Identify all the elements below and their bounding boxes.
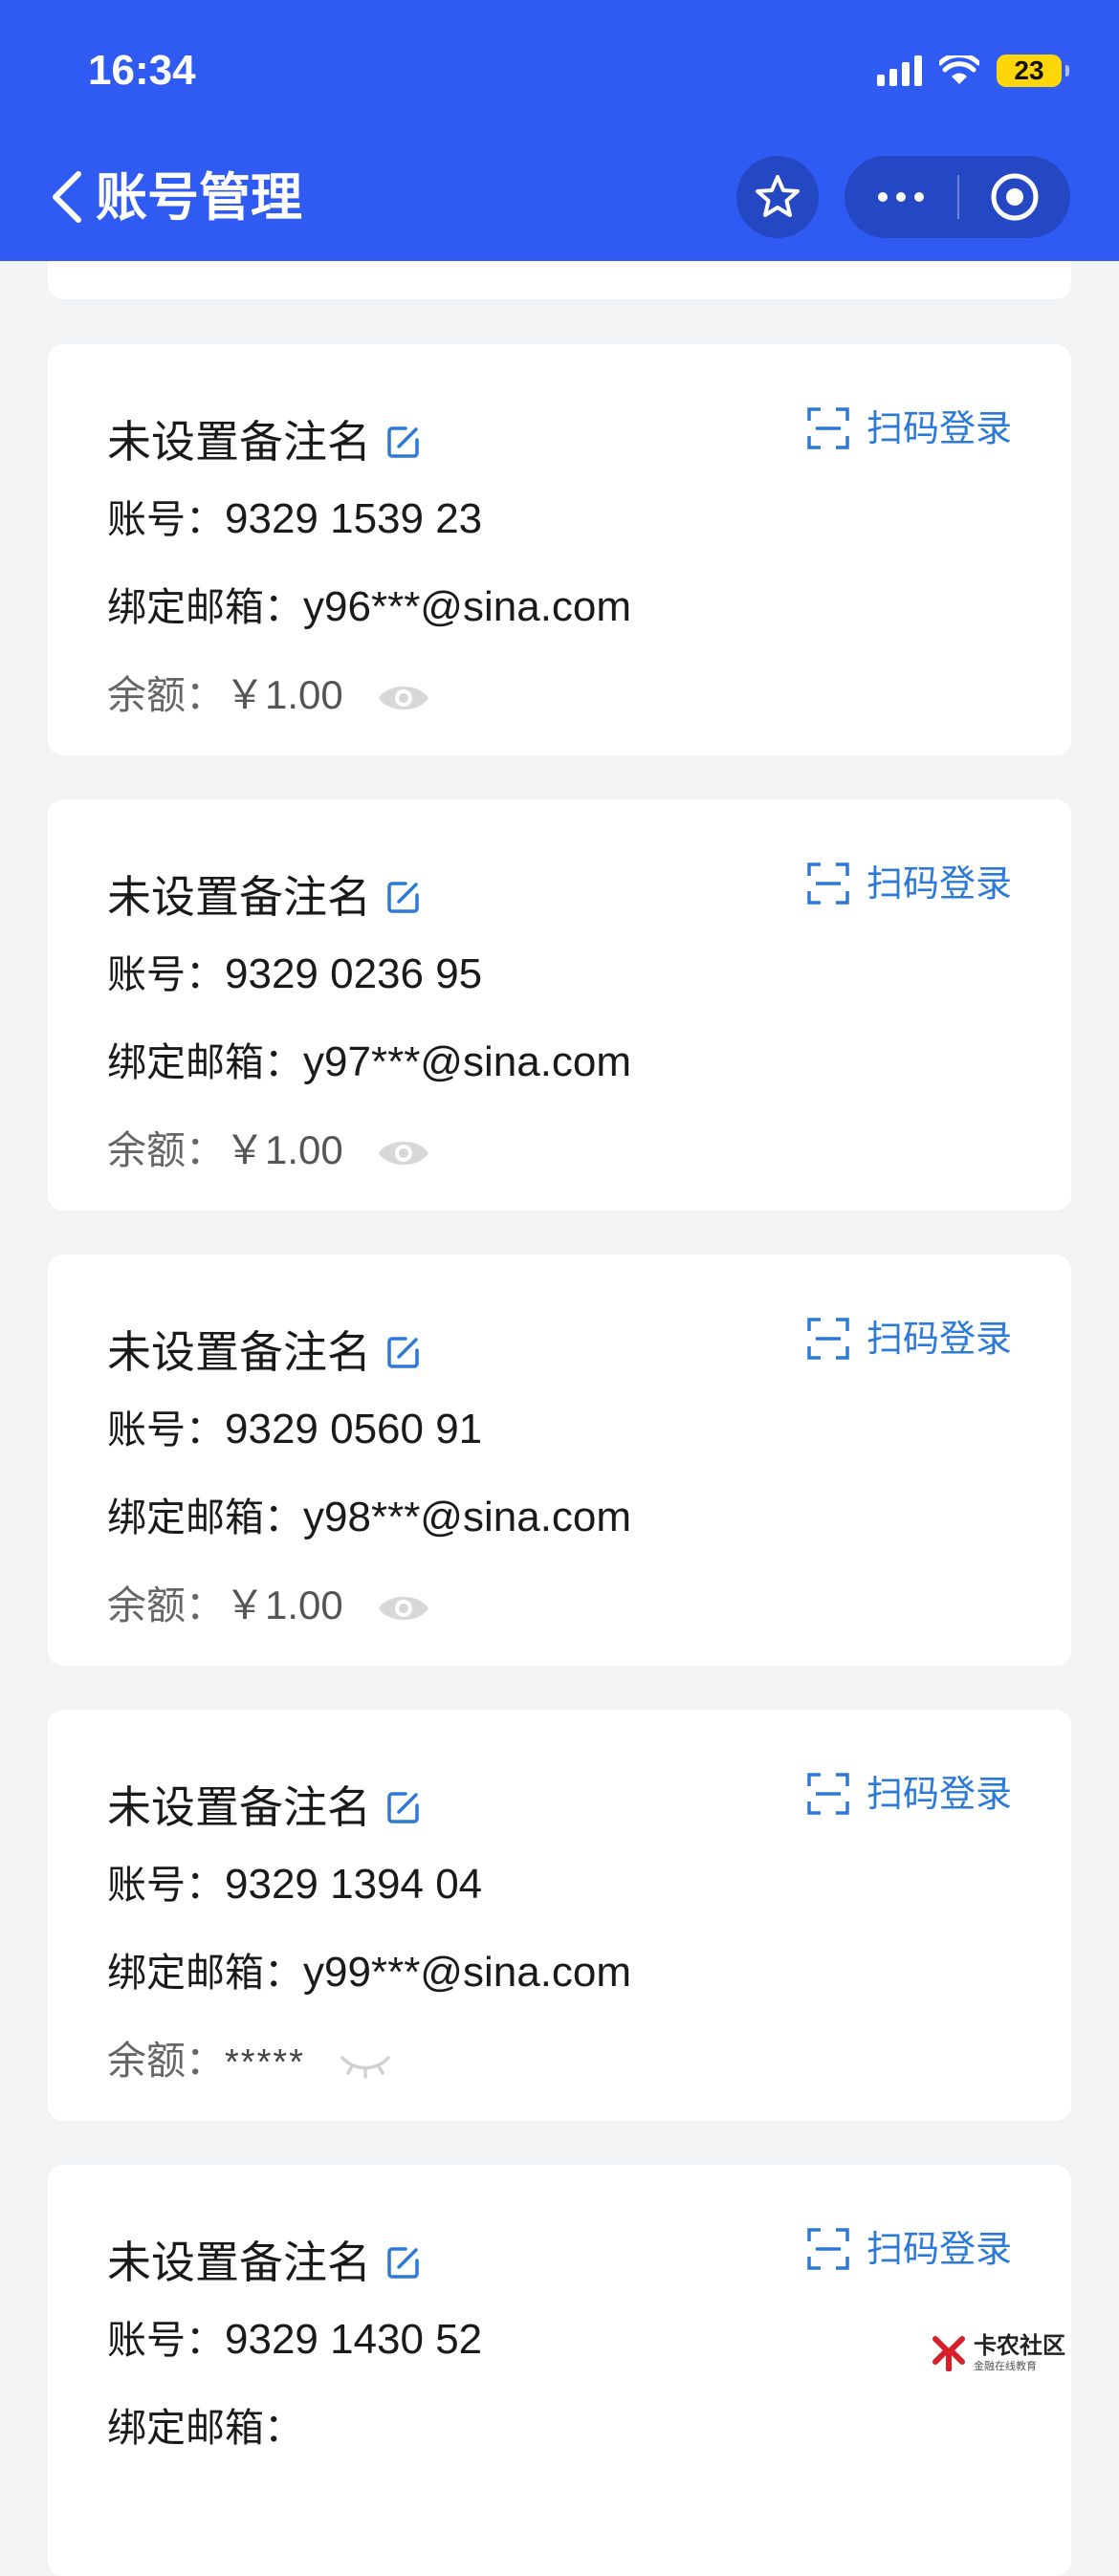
mini-program-capsule bbox=[845, 156, 1070, 238]
account-number: 9329 0236 95 bbox=[225, 950, 483, 997]
signal-icon bbox=[877, 55, 922, 86]
email-row: 绑定邮箱：y96***@sina.com bbox=[107, 583, 632, 630]
account-number-row: 账号：9329 0560 91 bbox=[107, 1406, 483, 1452]
account-number: 9329 0560 91 bbox=[225, 1406, 483, 1452]
edit-icon[interactable] bbox=[386, 880, 421, 914]
account-number-row: 账号：9329 1539 23 bbox=[107, 495, 483, 542]
scan-login-label: 扫码登录 bbox=[866, 407, 1012, 449]
account-number: 9329 1539 23 bbox=[225, 495, 483, 542]
scan-login-button[interactable]: 扫码登录 bbox=[807, 2220, 1012, 2278]
account-number-row: 账号：9329 1430 52 bbox=[107, 2316, 483, 2363]
account-number: 9329 1394 04 bbox=[225, 1861, 483, 1908]
eye-closed-icon[interactable] bbox=[339, 2046, 392, 2081]
eye-icon[interactable] bbox=[377, 681, 430, 715]
edit-icon[interactable] bbox=[386, 2245, 421, 2280]
account-card: 未设置备注名 扫码登录 账号：9329 1430 52 绑定邮箱： bbox=[48, 2165, 1071, 2576]
balance-row: 余额：￥1.00 bbox=[107, 666, 430, 724]
scan-login-button[interactable]: 扫码登录 bbox=[807, 1310, 1012, 1367]
top-bar: 16:34 23 账号管理 bbox=[0, 0, 1119, 261]
watermark-main: 卡农社区 bbox=[974, 2331, 1065, 2359]
page-title: 账号管理 bbox=[96, 167, 302, 228]
email-row: 绑定邮箱：y99***@sina.com bbox=[107, 1949, 632, 1996]
back-chevron-icon[interactable] bbox=[46, 168, 88, 226]
scan-icon bbox=[807, 1773, 849, 1815]
balance-amount: ￥1.00 bbox=[225, 672, 343, 717]
scan-icon bbox=[807, 1318, 849, 1360]
eye-icon[interactable] bbox=[377, 1136, 430, 1170]
balance-amount: ￥1.00 bbox=[225, 1583, 343, 1627]
scan-login-button[interactable]: 扫码登录 bbox=[807, 400, 1012, 457]
watermark-logo: 卡农社区 金融在线教育 bbox=[930, 2333, 1065, 2371]
account-number: 9329 1430 52 bbox=[225, 2316, 483, 2363]
more-dots-icon[interactable] bbox=[845, 156, 957, 238]
account-card: 未设置备注名 扫码登录 账号：9329 1394 04 绑定邮箱：y99***@… bbox=[48, 1710, 1071, 2121]
bound-email: y99***@sina.com bbox=[303, 1949, 632, 1996]
account-card: 未设置备注名 扫码登录 账号：9329 0236 95 绑定邮箱：y97***@… bbox=[48, 799, 1071, 1211]
scan-login-label: 扫码登录 bbox=[866, 1318, 1012, 1360]
balance-row: 余额：￥1.00 bbox=[107, 1122, 430, 1179]
bound-email: y96***@sina.com bbox=[303, 583, 632, 630]
wifi-icon bbox=[939, 55, 979, 84]
kanong-logo-icon bbox=[932, 2336, 965, 2371]
remark-name: 未设置备注名 bbox=[107, 2232, 421, 2293]
scan-login-button[interactable]: 扫码登录 bbox=[807, 855, 1012, 912]
scan-login-label: 扫码登录 bbox=[866, 2228, 1012, 2270]
scan-login-button[interactable]: 扫码登录 bbox=[807, 1765, 1012, 1823]
balance-row: 余额：***** bbox=[107, 2032, 392, 2091]
remark-name: 未设置备注名 bbox=[107, 1777, 421, 1838]
balance-amount: ￥1.00 bbox=[225, 1127, 343, 1172]
account-number-row: 账号：9329 1394 04 bbox=[107, 1861, 483, 1908]
scan-icon bbox=[807, 2228, 849, 2270]
battery-indicator: 23 bbox=[997, 55, 1069, 87]
favorite-button[interactable] bbox=[736, 156, 819, 238]
remark-name: 未设置备注名 bbox=[107, 1321, 421, 1383]
email-row: 绑定邮箱： bbox=[107, 2405, 303, 2451]
scan-icon bbox=[807, 862, 849, 905]
target-icon bbox=[991, 173, 1039, 221]
email-row: 绑定邮箱：y97***@sina.com bbox=[107, 1038, 632, 1085]
edit-icon[interactable] bbox=[386, 1335, 421, 1369]
status-time: 16:34 bbox=[88, 47, 196, 94]
close-target-button[interactable] bbox=[959, 156, 1070, 238]
bound-email: y97***@sina.com bbox=[303, 1038, 632, 1085]
bound-email: y98***@sina.com bbox=[303, 1494, 632, 1540]
scan-login-label: 扫码登录 bbox=[866, 862, 1012, 905]
email-row: 绑定邮箱：y98***@sina.com bbox=[107, 1494, 632, 1540]
account-card: 未设置备注名 扫码登录 账号：9329 1539 23 绑定邮箱：y96***@… bbox=[48, 344, 1071, 755]
star-icon bbox=[756, 175, 800, 217]
balance-masked: ***** bbox=[225, 2042, 305, 2083]
scan-icon bbox=[807, 407, 849, 449]
edit-icon[interactable] bbox=[386, 1790, 421, 1824]
edit-icon[interactable] bbox=[386, 425, 421, 459]
account-number-row: 账号：9329 0236 95 bbox=[107, 950, 483, 997]
account-card: 未设置备注名 扫码登录 账号：9329 0560 91 绑定邮箱：y98***@… bbox=[48, 1255, 1071, 1666]
status-icons: 23 bbox=[877, 42, 1069, 99]
watermark-sub: 金融在线教育 bbox=[974, 2359, 1037, 2372]
balance-row: 余额：￥1.00 bbox=[107, 1577, 430, 1634]
scan-login-label: 扫码登录 bbox=[866, 1773, 1012, 1815]
remark-name: 未设置备注名 bbox=[107, 411, 421, 472]
remark-name: 未设置备注名 bbox=[107, 866, 421, 928]
eye-icon[interactable] bbox=[377, 1591, 430, 1626]
